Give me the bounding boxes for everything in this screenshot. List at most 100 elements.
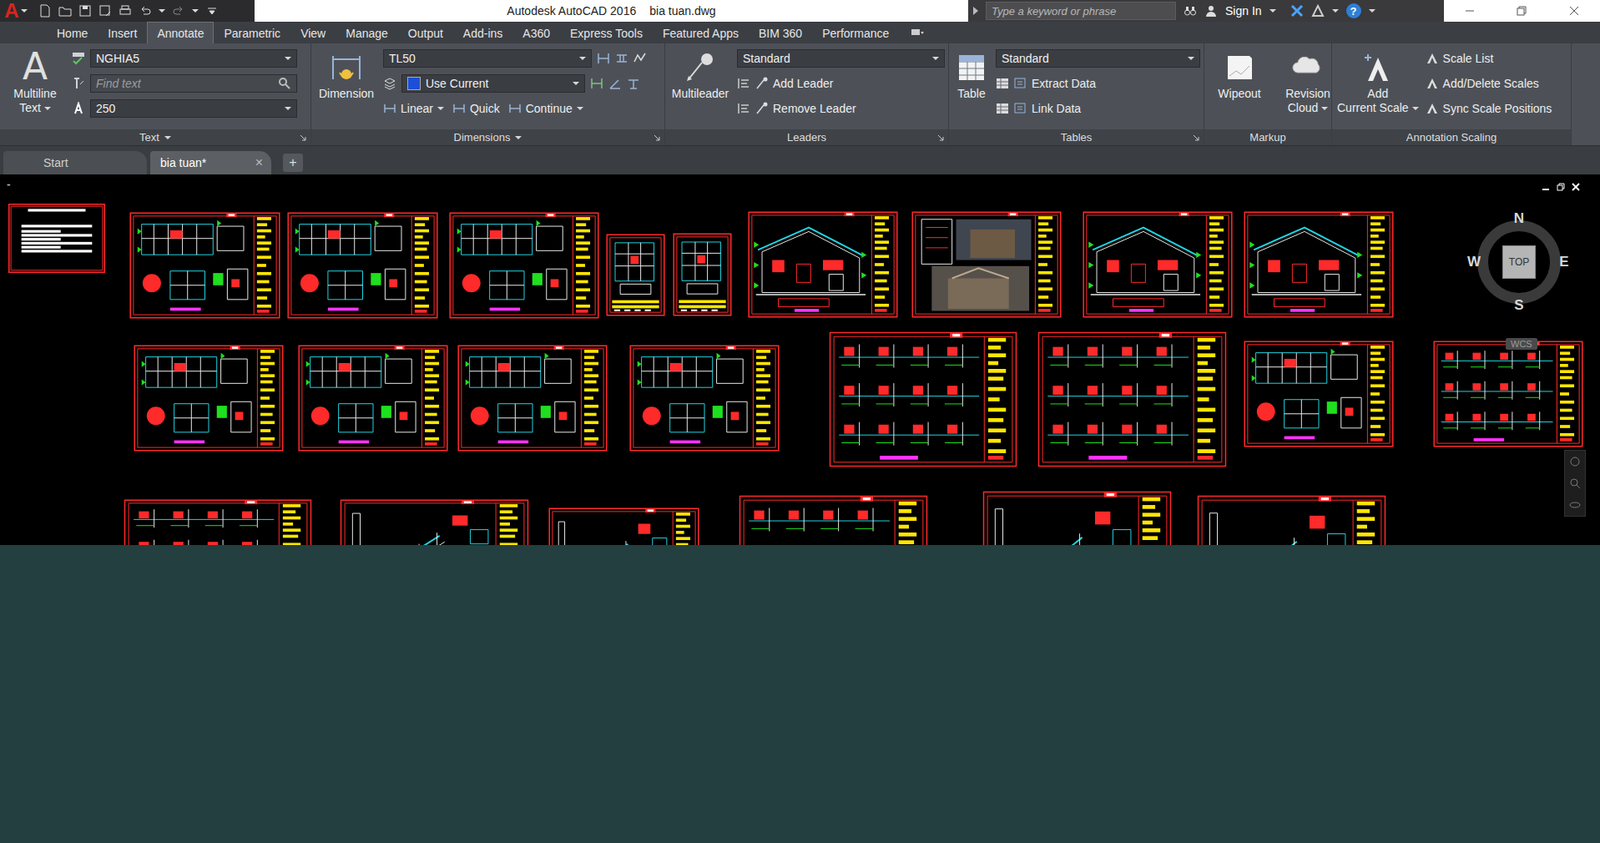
help-menu-icon[interactable] <box>1368 9 1376 13</box>
leader-align-icon[interactable] <box>736 101 751 116</box>
leader-tool-button[interactable]: Remove Leader <box>755 101 857 116</box>
drawing-sheet[interactable] <box>629 344 780 452</box>
a360-icon[interactable] <box>1311 4 1325 18</box>
dim-break-icon[interactable] <box>615 51 629 66</box>
a360-menu-icon[interactable] <box>1332 9 1339 13</box>
panel-title[interactable]: Leaders <box>665 129 949 146</box>
drawing-sheet[interactable] <box>449 211 600 319</box>
save-icon[interactable] <box>78 4 92 18</box>
dimension-button[interactable]: Dimension <box>314 46 379 101</box>
expand-search-icon[interactable] <box>973 6 979 16</box>
close-tab-button[interactable]: × <box>255 155 263 171</box>
table-data-icon[interactable] <box>995 76 1010 91</box>
ribbon-tab[interactable]: Parametric <box>213 21 291 44</box>
dimension-layer-dropdown[interactable]: Use Current <box>401 74 586 93</box>
table-button[interactable]: Table <box>952 46 991 101</box>
panel-title[interactable]: Markup <box>1204 129 1332 146</box>
leader-tool-button[interactable]: Add Leader <box>755 76 833 91</box>
sign-in-button[interactable]: Sign In <box>1225 4 1262 18</box>
undo-icon[interactable] <box>138 4 152 18</box>
ribbon-tab[interactable]: Express Tools <box>560 21 653 44</box>
panel-title[interactable]: Dimensions <box>311 129 665 146</box>
markup-tool-button[interactable]: Wipeout <box>1207 46 1272 101</box>
drawing-sheet[interactable] <box>738 494 929 546</box>
drawing-sheet[interactable] <box>1196 494 1387 546</box>
drawing-sheet[interactable] <box>747 211 899 318</box>
viewcube-face[interactable]: TOP <box>1502 245 1536 279</box>
dialog-launcher-icon[interactable] <box>653 134 661 142</box>
dimension-style-dropdown[interactable]: TL50 <box>383 49 592 68</box>
add-current-scale-button[interactable]: AddCurrent Scale <box>1335 46 1421 116</box>
drawing-sheet[interactable] <box>297 344 449 452</box>
drawing-sheet[interactable] <box>605 233 666 317</box>
customize-toolbar-icon[interactable] <box>205 4 219 18</box>
drawing-sheet[interactable] <box>123 499 313 546</box>
redo-icon[interactable] <box>171 4 186 18</box>
table-style-dropdown[interactable]: Standard <box>995 49 1201 68</box>
text-angle-icon[interactable] <box>608 76 622 91</box>
table-tool-button[interactable]: Link Data <box>1014 101 1081 116</box>
new-tab-button[interactable]: + <box>282 153 303 172</box>
drawing-sheet[interactable] <box>672 232 732 317</box>
ribbon-tab[interactable]: Home <box>46 21 98 44</box>
search-field[interactable] <box>985 1 1177 21</box>
panel-title[interactable]: Tables <box>948 129 1204 146</box>
sign-in-menu-icon[interactable] <box>1269 9 1277 13</box>
scale-tool-button[interactable]: Sync Scale Positions <box>1425 101 1553 116</box>
drawing-sheet[interactable] <box>457 344 608 452</box>
viewport-minimize-icon[interactable] <box>1541 182 1550 192</box>
dim-space-icon[interactable] <box>596 51 611 66</box>
application-menu-button[interactable]: A <box>0 0 32 22</box>
pan-icon[interactable] <box>1569 455 1581 468</box>
compass-south[interactable]: S <box>1510 297 1528 314</box>
drawing-sheet[interactable] <box>339 499 530 546</box>
viewport-restore-icon[interactable] <box>1556 182 1565 192</box>
file-tab[interactable]: bia tuan*× <box>150 151 272 175</box>
scale-tool-button[interactable]: Scale List <box>1425 51 1495 66</box>
text-style-dropdown[interactable]: NGHIA5 <box>90 49 298 68</box>
new-icon[interactable] <box>38 4 52 18</box>
ribbon-tab[interactable]: Performance <box>812 21 899 44</box>
drawing-sheet[interactable] <box>1243 211 1394 318</box>
table-data-icon[interactable] <box>995 101 1010 116</box>
navigation-bar[interactable] <box>1564 449 1586 517</box>
orbit-icon[interactable] <box>1569 499 1581 511</box>
drawing-canvas[interactable]: -NSEWTOPWCS <box>0 174 1600 546</box>
restore-icon[interactable] <box>1516 5 1527 16</box>
ribbon-tab[interactable]: View <box>290 21 336 44</box>
open-folder-icon[interactable] <box>58 4 72 18</box>
ribbon-tab[interactable]: Featured Apps <box>652 21 749 44</box>
compass-west[interactable]: W <box>1465 253 1483 271</box>
ribbon-tab[interactable]: Annotate <box>146 21 214 44</box>
drawing-sheet[interactable] <box>1037 331 1227 468</box>
panel-title[interactable]: Annotation Scaling <box>1332 129 1571 146</box>
ribbon-tab[interactable]: Insert <box>97 21 147 44</box>
search-icon[interactable] <box>277 76 292 91</box>
ribbon-tab[interactable]: A360 <box>512 21 561 44</box>
user-icon[interactable] <box>1204 4 1218 18</box>
multiline-text-button[interactable]: AMultilineText <box>3 46 67 116</box>
multileader-style-dropdown[interactable]: Standard <box>736 49 945 68</box>
oblique-icon[interactable] <box>590 76 604 91</box>
dialog-launcher-icon[interactable] <box>299 134 307 142</box>
drawing-sheet[interactable] <box>1243 340 1394 448</box>
minimize-icon[interactable] <box>1464 5 1475 16</box>
print-icon[interactable] <box>118 4 132 18</box>
viewport-menu[interactable]: - <box>6 177 11 192</box>
drawing-sheet[interactable] <box>1433 340 1584 448</box>
drawing-sheet[interactable] <box>287 211 439 319</box>
panel-title[interactable]: Text <box>0 129 311 146</box>
drawing-sheet[interactable] <box>548 507 700 546</box>
dimension-tool-button[interactable]: Quick <box>452 101 500 116</box>
viewport-close-icon[interactable] <box>1571 182 1580 192</box>
drawing-sheet[interactable] <box>8 203 106 273</box>
dimension-tool-button[interactable]: Linear <box>383 101 445 116</box>
find-text-field[interactable]: Find text <box>90 74 298 93</box>
drawing-sheet[interactable] <box>133 344 284 452</box>
drawing-sheet[interactable] <box>1082 211 1233 318</box>
dimension-tool-button[interactable]: Continue <box>508 101 584 116</box>
ribbon-tab[interactable]: Add-ins <box>453 21 513 44</box>
redo-menu-icon[interactable] <box>191 9 199 13</box>
drawing-sheet[interactable] <box>828 331 1018 468</box>
help-button[interactable]: ? <box>1346 3 1362 19</box>
